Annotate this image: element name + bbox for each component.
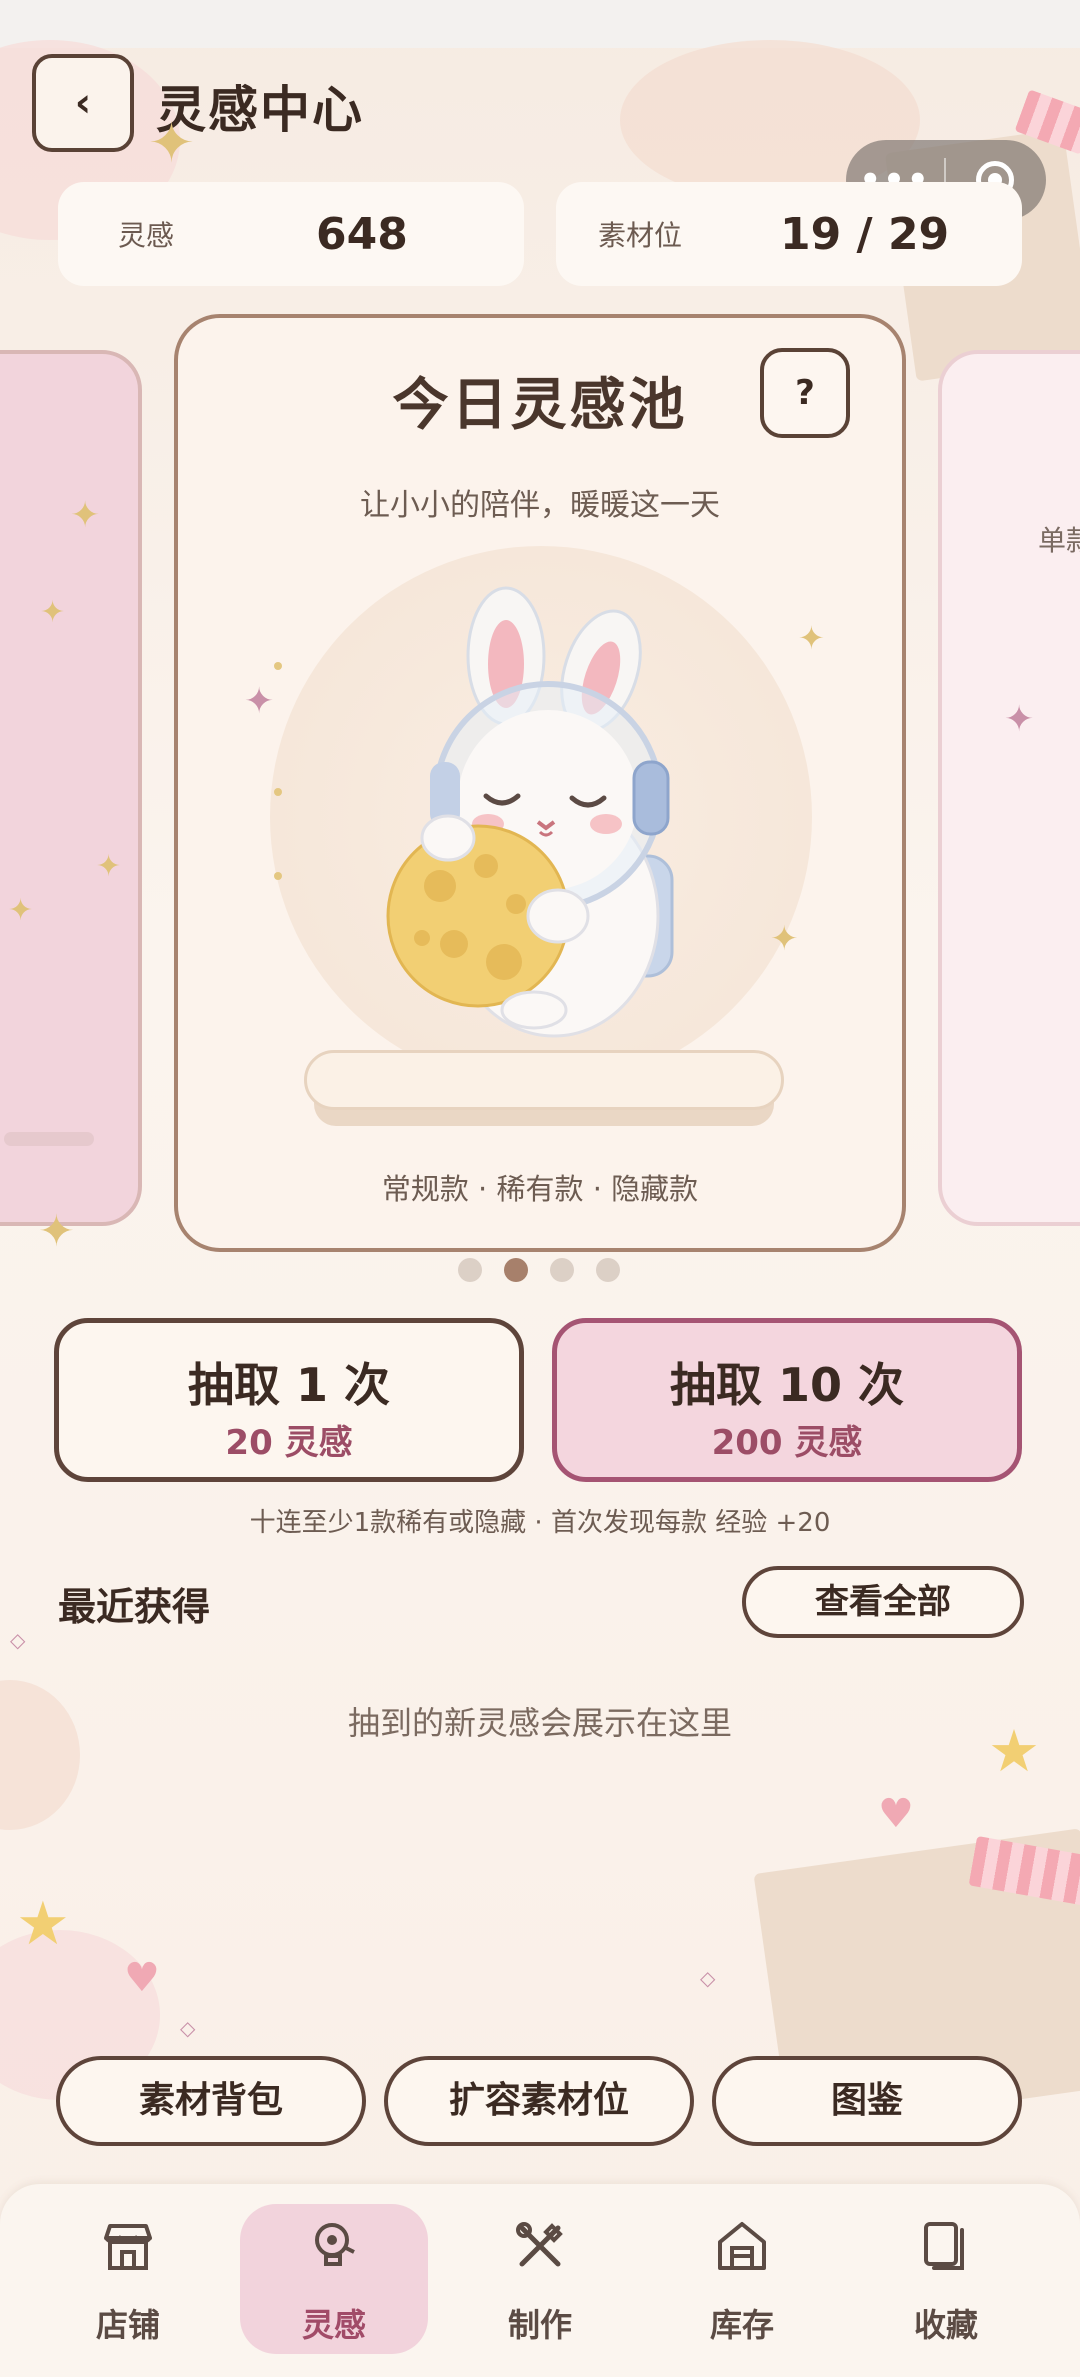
sparkle-icon: ✦	[770, 919, 799, 959]
heart-icon: ♥	[878, 1791, 914, 1837]
sparkle-icon: ◇	[180, 2016, 196, 2040]
sparkle-icon: ✦	[798, 619, 825, 657]
tab-collection[interactable]: 收藏	[852, 2204, 1040, 2354]
star-icon: ★	[16, 1889, 70, 1959]
view-all-button[interactable]: 查看全部	[742, 1566, 1024, 1638]
back-button[interactable]: ‹	[32, 54, 134, 152]
bottom-tab-bar: 店铺 灵感 制作 库存 收藏	[0, 2184, 1080, 2377]
stat-material-slots: 素材位 19 / 29	[556, 182, 1022, 286]
heart-icon: ♥	[124, 1955, 160, 2001]
draw-once-label: 抽取 1 次	[187, 1358, 391, 1412]
pool-rarity-tags: 常规款 · 稀有款 · 隐藏款	[381, 1172, 699, 1206]
tab-label: 收藏	[913, 2306, 978, 2344]
draw-ten-cost: 200 灵感	[711, 1423, 863, 1463]
recent-empty-state: 抽到的新灵感会展示在这里	[347, 1704, 732, 1742]
stat-inspiration: 灵感 648	[58, 182, 524, 286]
sparkle-icon: ✦	[70, 495, 101, 536]
recent-section-title: 最近获得	[58, 1585, 211, 1629]
tab-inventory[interactable]: 库存	[648, 2204, 836, 2354]
chevron-left-icon: ‹	[74, 80, 92, 126]
sparkle-icon: ✦	[244, 681, 275, 722]
tab-label: 灵感	[301, 2306, 366, 2344]
carousel-pager	[458, 1258, 620, 1282]
collection-icon	[924, 2222, 964, 2270]
sparkle-icon: ◇	[700, 1966, 716, 1990]
draw-ten-button[interactable]: 抽取 10 次 200 灵感	[552, 1318, 1022, 1482]
sparkle-dot	[274, 788, 282, 796]
next-card-subtitle: 单款	[1038, 524, 1080, 557]
warehouse-icon	[718, 2222, 766, 2270]
tab-inspiration[interactable]: 灵感	[240, 2204, 428, 2354]
sparkle-dot	[274, 872, 282, 880]
bunny-astronaut-illustration	[386, 586, 674, 1038]
tab-label: 制作	[507, 2306, 572, 2344]
tab-craft[interactable]: 制作	[446, 2204, 634, 2354]
tab-label: 店铺	[95, 2306, 160, 2344]
pool-subtitle: 让小小的陪伴，暖暖这一天	[360, 488, 720, 523]
pager-dot[interactable]	[596, 1258, 620, 1282]
pager-dot[interactable]	[550, 1258, 574, 1282]
tab-shop[interactable]: 店铺	[34, 2204, 222, 2354]
draw-ten-label: 抽取 10 次	[669, 1358, 905, 1412]
shop-icon	[104, 2224, 152, 2270]
pager-dot-active[interactable]	[504, 1258, 528, 1282]
pool-card-today[interactable]: 今日灵感池 ? 让小小的陪伴，暖暖这一天 ✦ ✦ ✦ 常规款 · 稀有款 · 隐…	[174, 314, 906, 1252]
sparkle-icon: ✦	[96, 849, 122, 884]
sparkle-icon: ✦	[40, 595, 66, 630]
sparkle-icon: ✦	[1004, 699, 1035, 740]
tab-label: 库存	[709, 2306, 774, 2344]
draw-once-button[interactable]: 抽取 1 次 20 灵感	[54, 1318, 524, 1482]
pager-dot[interactable]	[458, 1258, 482, 1282]
expand-slots-button[interactable]: 扩容素材位	[384, 2056, 694, 2146]
pool-card-previous[interactable]	[0, 350, 142, 1226]
draw-hint: 十连至少1款稀有或隐藏 · 首次发现每款 经验 +20	[249, 1508, 831, 1538]
draw-once-cost: 20 灵感	[225, 1423, 353, 1463]
star-icon: ★	[988, 1717, 1040, 1785]
stat-label: 素材位	[598, 219, 683, 252]
question-icon: ?	[795, 373, 815, 413]
material-bag-button[interactable]: 素材背包	[56, 2056, 366, 2146]
progress-bar	[4, 1132, 94, 1146]
pool-card-next[interactable]: 单款	[938, 350, 1080, 1226]
status-bar	[0, 0, 1080, 48]
stat-value: 19 / 29	[780, 208, 950, 260]
sparkle-icon: ✦	[38, 1206, 75, 1257]
sparkle-icon: ✦	[148, 111, 195, 176]
sparkle-icon: ◇	[10, 1628, 26, 1652]
catalog-button[interactable]: 图鉴	[712, 2056, 1022, 2146]
lightbulb-icon	[315, 2223, 355, 2266]
tools-icon	[516, 2222, 563, 2267]
stat-label: 灵感	[118, 219, 175, 252]
help-button[interactable]: ?	[760, 348, 850, 438]
stat-value: 648	[316, 208, 408, 260]
app-root: ‹ 灵感中心 ✦ ••• 灵感 648 素材位 19 / 29 ✦ ✦ ✦ ✦ …	[0, 0, 1080, 2377]
sparkle-dot	[274, 662, 282, 670]
sparkle-icon: ✦	[8, 893, 34, 928]
